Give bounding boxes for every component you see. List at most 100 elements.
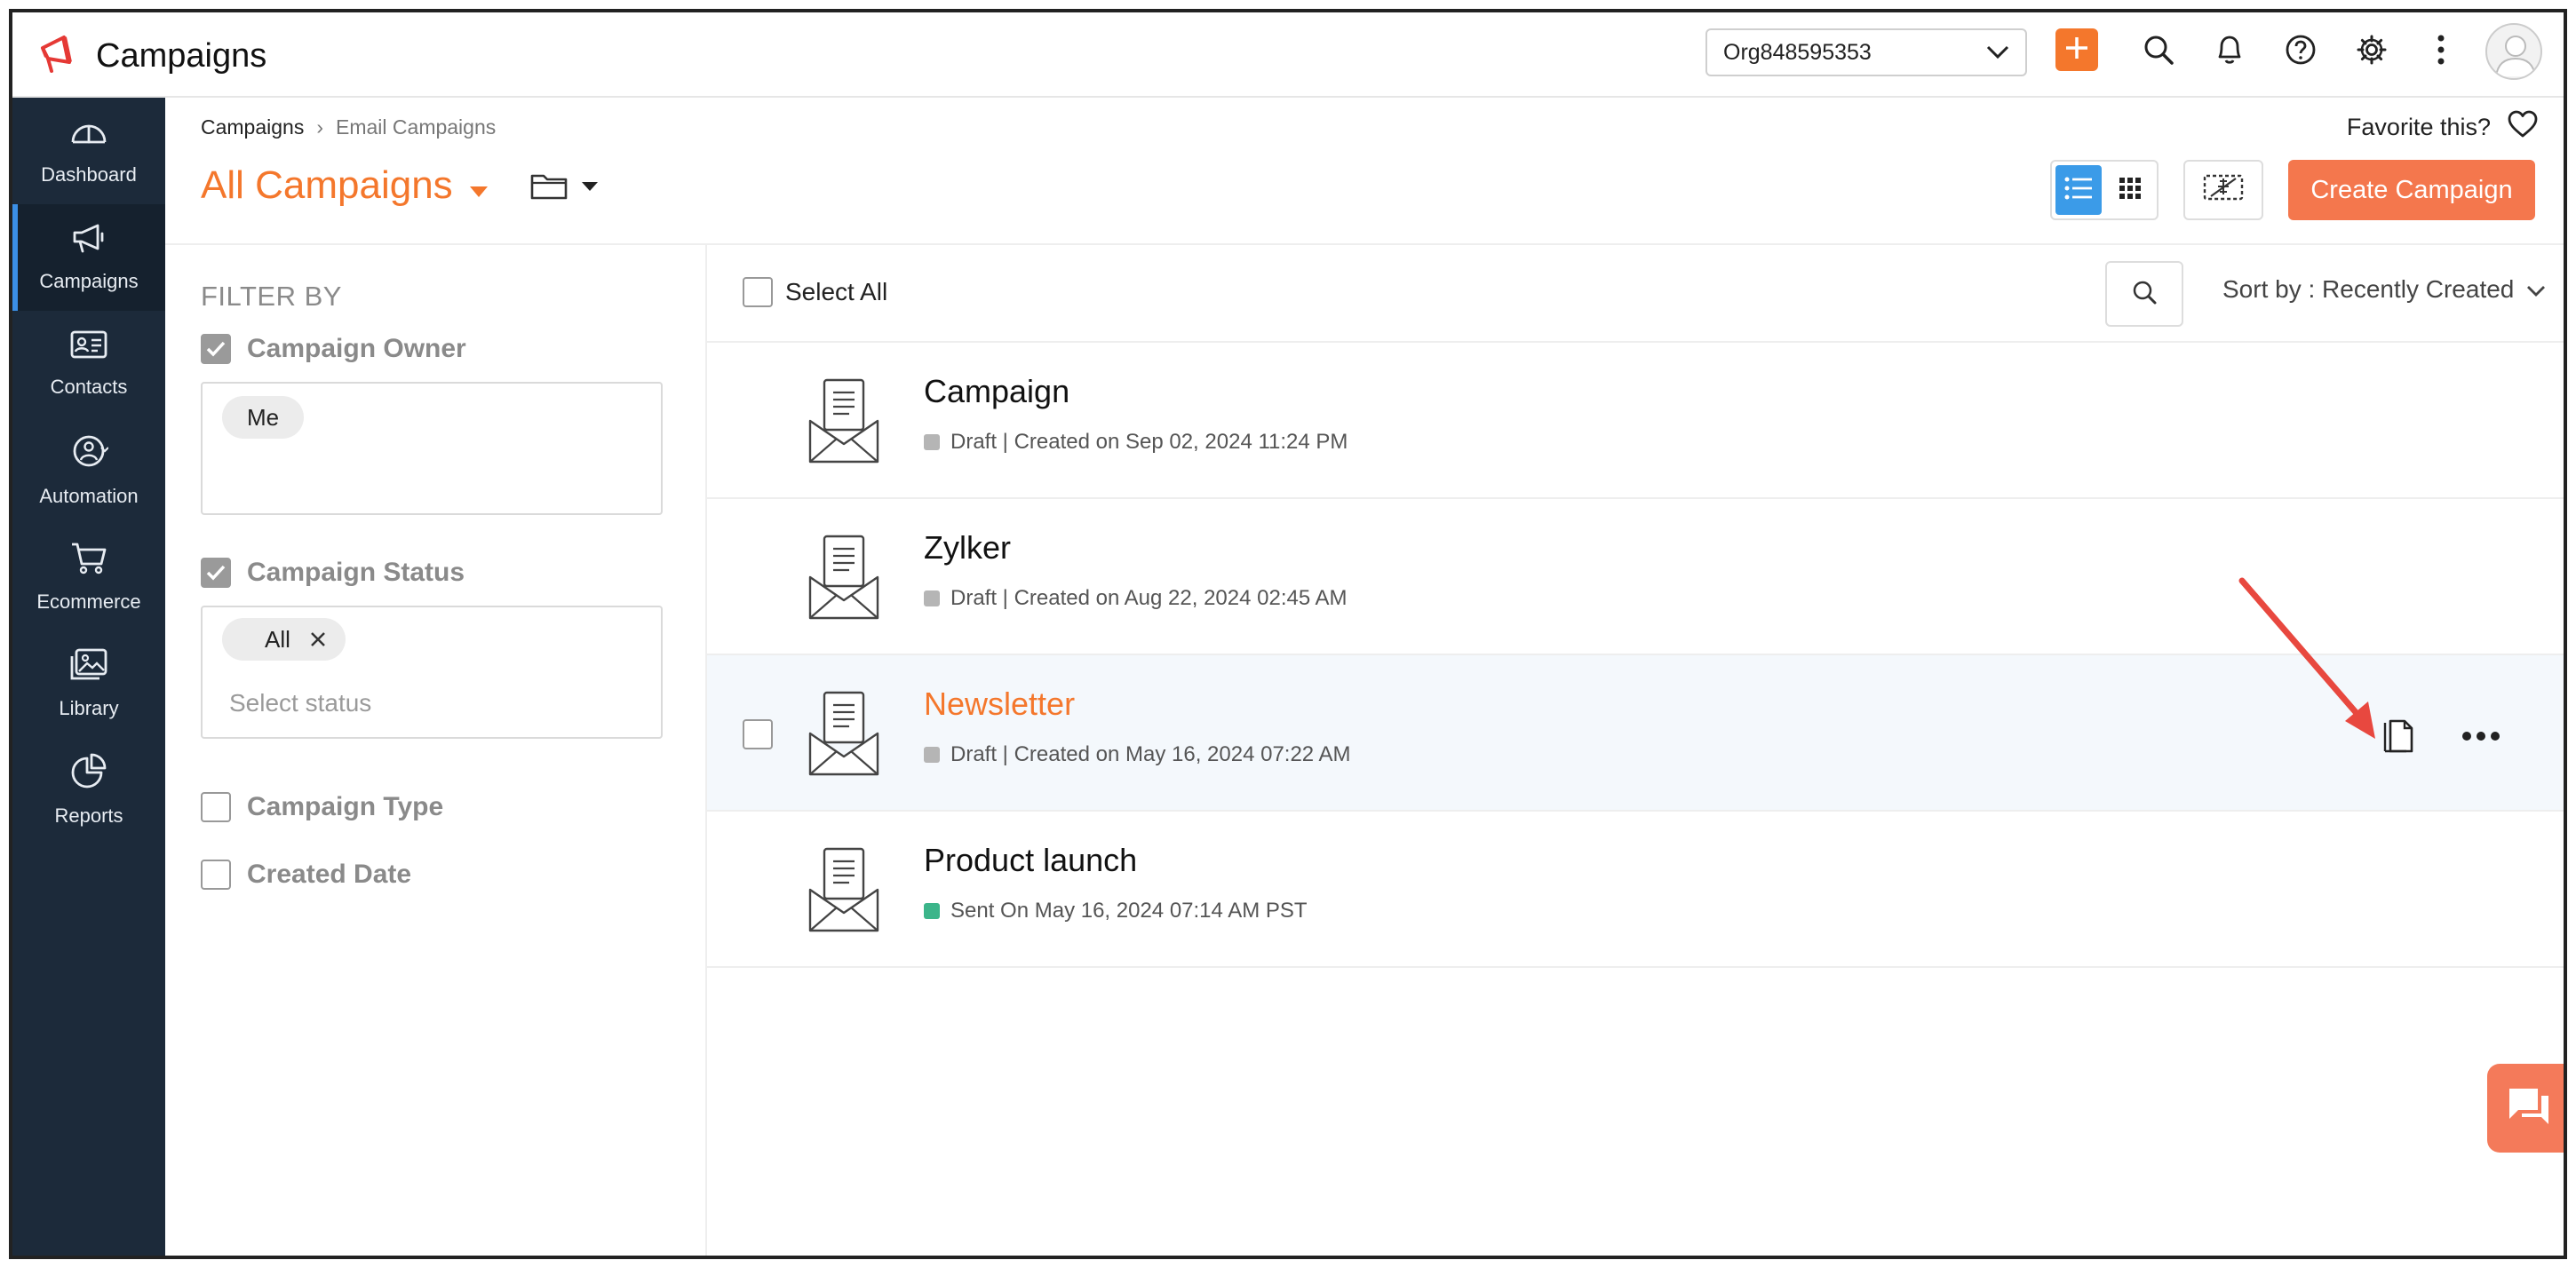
campaign-row[interactable]: Product launch Sent On May 16, 2024 07:1…	[707, 812, 2564, 968]
notifications-button[interactable]	[2210, 32, 2249, 71]
select-all-checkbox[interactable]	[743, 277, 773, 307]
user-avatar[interactable]	[2485, 23, 2542, 80]
filter-title: FILTER BY	[201, 281, 342, 312]
brand[interactable]: Campaigns	[37, 32, 266, 81]
cost-view-button[interactable]	[2183, 160, 2263, 220]
search-button[interactable]	[2139, 32, 2178, 71]
nav-item-dashboard[interactable]: Dashboard	[12, 98, 165, 204]
grid-view-icon	[2119, 177, 2142, 204]
nav-item-contacts[interactable]: Contacts	[12, 311, 165, 417]
gear-icon	[2356, 34, 2388, 70]
list-search-button[interactable]	[2105, 261, 2183, 327]
caret-down-icon	[469, 163, 489, 208]
nav-item-ecommerce[interactable]: Ecommerce	[12, 524, 165, 630]
row-checkbox[interactable]	[743, 719, 773, 749]
breadcrumb-current: Email Campaigns	[336, 115, 497, 139]
status-dot	[924, 747, 940, 763]
campaign-owner-label: Campaign Owner	[247, 334, 466, 363]
grid-view-button[interactable]	[2107, 165, 2153, 215]
favorite-toggle[interactable]: Favorite this?	[2347, 110, 2539, 145]
status-dot	[924, 903, 940, 919]
search-icon	[2143, 34, 2174, 70]
chat-support-button[interactable]	[2487, 1064, 2564, 1153]
megaphone-icon	[69, 222, 108, 259]
nav-label: Contacts	[50, 376, 128, 398]
campaign-title[interactable]: Product launch	[924, 842, 1137, 879]
status-tag-label: All	[265, 625, 290, 653]
quick-add-button[interactable]	[2055, 28, 2098, 71]
campaign-meta-text: Sent On May 16, 2024 07:14 AM PST	[950, 899, 1308, 923]
nav-item-automation[interactable]: Automation	[12, 417, 165, 524]
filter-created-date[interactable]: Created Date	[201, 860, 411, 890]
owner-tag-label: Me	[247, 403, 280, 431]
nav-label: Automation	[39, 485, 139, 507]
campaign-meta: Sent On May 16, 2024 07:14 AM PST	[924, 899, 1308, 923]
nav-label: Reports	[54, 804, 123, 827]
campaign-title[interactable]: Newsletter	[924, 686, 1075, 723]
campaign-meta: Draft | Created on Sep 02, 2024 11:24 PM	[924, 430, 1348, 455]
campaign-row[interactable]: Campaign Draft | Created on Sep 02, 2024…	[707, 343, 2564, 499]
email-campaign-icon	[807, 844, 881, 936]
chat-bubble-icon	[2506, 1085, 2552, 1132]
filter-campaign-status[interactable]: Campaign Status	[201, 558, 465, 588]
status-tag: All	[222, 618, 346, 661]
app-title: Campaigns	[96, 37, 267, 75]
sort-dropdown[interactable]: Sort by : Recently Created	[2222, 275, 2546, 304]
campaign-list: Select All Sort by : Recently Created Ca…	[707, 245, 2564, 1256]
help-button[interactable]	[2281, 32, 2320, 71]
org-select-value: Org848595353	[1723, 39, 1872, 65]
campaign-status-label: Campaign Status	[247, 558, 465, 587]
nav-label: Campaigns	[39, 270, 139, 292]
megaphone-logo-icon	[37, 32, 83, 81]
create-campaign-button[interactable]: Create Campaign	[2288, 160, 2535, 220]
breadcrumb-campaigns-link[interactable]: Campaigns	[201, 115, 304, 139]
campaign-owner-field[interactable]: Me	[201, 382, 663, 515]
dollar-ticket-icon	[2202, 173, 2245, 208]
vertical-dots-icon	[2437, 35, 2445, 69]
heart-icon	[2507, 110, 2539, 145]
remove-tag-close-icon[interactable]	[310, 626, 326, 654]
nav-item-library[interactable]: Library	[12, 630, 165, 737]
caret-down-icon	[581, 180, 599, 196]
cart-icon	[69, 541, 108, 580]
nav-label: Ecommerce	[36, 590, 141, 613]
chevron-down-icon	[2526, 275, 2546, 304]
list-toolbar: Select All Sort by : Recently Created	[707, 245, 2564, 343]
select-all[interactable]: Select All	[743, 277, 887, 307]
owner-tag[interactable]: Me	[222, 396, 305, 439]
campaign-meta-text: Draft | Created on Sep 02, 2024 11:24 PM	[950, 430, 1348, 454]
nav-label: Dashboard	[41, 163, 137, 186]
content-header: Campaigns › Email Campaigns Favorite thi…	[165, 98, 2564, 245]
campaign-type-checkbox[interactable]	[201, 792, 231, 822]
settings-button[interactable]	[2352, 32, 2391, 71]
campaign-owner-checkbox[interactable]	[201, 334, 231, 364]
campaign-title[interactable]: Campaign	[924, 373, 1069, 410]
campaign-view-dropdown[interactable]: All Campaigns	[201, 163, 489, 208]
campaign-title[interactable]: Zylker	[924, 529, 1011, 567]
top-bar: Campaigns Org848595353	[12, 12, 2564, 98]
user-avatar-icon	[2487, 36, 2540, 78]
favorite-label: Favorite this?	[2346, 114, 2491, 140]
nav-item-reports[interactable]: Reports	[12, 737, 165, 844]
nav-item-campaigns[interactable]: Campaigns	[12, 204, 165, 311]
search-icon	[2131, 279, 2158, 310]
campaign-type-label: Campaign Type	[247, 792, 444, 821]
org-select[interactable]: Org848595353	[1705, 28, 2027, 76]
bell-icon	[2214, 34, 2245, 70]
filter-panel: FILTER BY Campaign Owner Me Campaign Sta…	[165, 245, 707, 1256]
folder-dropdown-button[interactable]	[529, 170, 599, 205]
list-view-button[interactable]	[2055, 165, 2102, 215]
email-campaign-icon	[807, 687, 881, 780]
campaign-status-field[interactable]: All Select status	[201, 606, 663, 739]
status-placeholder[interactable]: Select status	[229, 689, 371, 717]
filter-campaign-type[interactable]: Campaign Type	[201, 792, 443, 822]
campaign-status-checkbox[interactable]	[201, 558, 231, 588]
select-all-label: Select All	[785, 278, 888, 305]
more-menu-button[interactable]	[2421, 32, 2461, 71]
folder-icon	[529, 170, 568, 205]
created-date-checkbox[interactable]	[201, 860, 231, 890]
horizontal-dots-icon	[2461, 730, 2500, 746]
row-more-actions-button[interactable]	[2459, 723, 2503, 753]
status-dot	[924, 434, 940, 450]
filter-campaign-owner[interactable]: Campaign Owner	[201, 334, 466, 364]
